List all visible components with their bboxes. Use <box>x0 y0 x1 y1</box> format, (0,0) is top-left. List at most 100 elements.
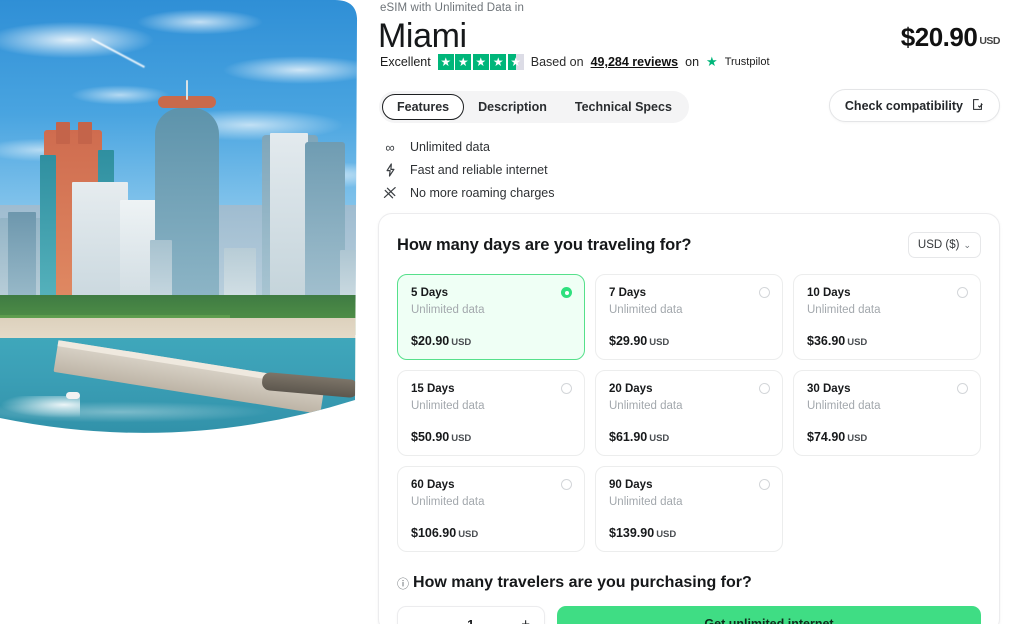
trustpilot-label: Trustpilot <box>724 56 770 68</box>
star-glyph: ★ <box>510 55 522 69</box>
plan-option-20-days[interactable]: 20 Days Unlimited data $61.90 USD <box>595 370 783 456</box>
radio-selected-icon[interactable] <box>561 287 572 298</box>
plan-days: 10 Days <box>807 287 851 299</box>
building-orange-tower-top <box>56 122 70 144</box>
check-compatibility-button[interactable]: Check compatibility <box>828 89 1000 122</box>
page-title: Miami <box>378 17 467 55</box>
radio-icon[interactable] <box>759 479 770 490</box>
plan-price-amount: $139.90 <box>609 526 655 540</box>
plan-options-grid: 5 Days Unlimited data $20.90 USD 7 Days U… <box>397 274 981 552</box>
plan-days: 30 Days <box>807 383 851 395</box>
get-unlimited-internet-button[interactable]: Get unlimited internet <box>557 606 981 624</box>
travelers-question-row: ⓘ How many travelers are you purchasing … <box>397 574 981 592</box>
hero-image <box>0 0 358 440</box>
plan-price-amount: $20.90 <box>411 334 450 348</box>
building <box>8 212 36 306</box>
infinity-icon: ∞ <box>385 139 395 155</box>
plan-price-unit: USD <box>656 529 677 540</box>
tab-technical-specs[interactable]: Technical Specs <box>561 94 686 120</box>
plan-price-unit: USD <box>649 337 670 348</box>
plan-subtitle: Unlimited data <box>609 304 683 316</box>
plan-days: 5 Days <box>411 287 449 299</box>
rating-word: Excellent <box>380 55 431 69</box>
building-teal-slab <box>40 155 56 306</box>
chevron-down-icon: ⌄ <box>963 239 971 250</box>
travelers-question: How many travelers are you purchasing fo… <box>413 574 752 591</box>
plan-option-10-days[interactable]: 10 Days Unlimited data $36.90 USD <box>793 274 981 360</box>
plan-grid-empty-cell <box>793 466 981 552</box>
plan-option-60-days[interactable]: 60 Days Unlimited data $106.90 USD <box>397 466 585 552</box>
plan-days: 15 Days <box>411 383 455 395</box>
info-icon[interactable]: ⓘ <box>397 575 409 592</box>
currency-selector[interactable]: USD ($) ⌄ <box>907 232 981 258</box>
plan-price-unit: USD <box>451 337 472 348</box>
plan-price: $50.90 USD <box>411 430 471 444</box>
plan-option-5-days[interactable]: 5 Days Unlimited data $20.90 USD <box>397 274 585 360</box>
feature-label: Unlimited data <box>410 140 490 154</box>
plan-option-30-days[interactable]: 30 Days Unlimited data $74.90 USD <box>793 370 981 456</box>
building-right-tower-b <box>270 133 308 306</box>
plan-days: 20 Days <box>609 383 653 395</box>
rating-stars: ★ ★ ★ ★ ★ <box>437 54 524 70</box>
plan-price: $29.90 USD <box>609 334 669 348</box>
plan-subtitle: Unlimited data <box>807 304 881 316</box>
decrement-button[interactable]: – <box>412 617 420 624</box>
plan-subtitle: Unlimited data <box>411 304 485 316</box>
plan-option-90-days[interactable]: 90 Days Unlimited data $139.90 USD <box>595 466 783 552</box>
plan-price: $61.90 USD <box>609 430 669 444</box>
plan-price-amount: $106.90 <box>411 526 457 540</box>
product-price: $20.90 USD <box>900 22 1001 53</box>
feature-item: Fast and reliable internet <box>382 159 555 181</box>
hero-image-clip <box>0 0 358 440</box>
quantity-value: 1 <box>467 616 475 624</box>
check-compatibility-label: Check compatibility <box>844 98 963 113</box>
page-root: eSIM with Unlimited Data in Miami Excell… <box>0 0 1024 624</box>
check-document-icon <box>971 98 984 114</box>
building-orange-tower-top <box>78 122 92 144</box>
plan-price-unit: USD <box>847 433 868 444</box>
feature-label: No more roaming charges <box>410 186 555 200</box>
price-currency: USD <box>979 35 1000 47</box>
radio-icon[interactable] <box>759 287 770 298</box>
price-amount: $20.90 <box>900 22 978 52</box>
plan-price: $20.90 USD <box>411 334 471 348</box>
plan-price-amount: $74.90 <box>807 430 846 444</box>
trustpilot-rating: Excellent ★ ★ ★ ★ ★ Based on 49,284 revi… <box>380 54 770 70</box>
reviews-count-link[interactable]: 49,284 reviews <box>591 55 679 69</box>
plan-price-unit: USD <box>847 337 868 348</box>
rating-on-label: on <box>685 55 700 69</box>
radio-icon[interactable] <box>561 383 572 394</box>
increment-button[interactable]: + <box>521 617 530 624</box>
radio-icon[interactable] <box>561 479 572 490</box>
plan-option-7-days[interactable]: 7 Days Unlimited data $29.90 USD <box>595 274 783 360</box>
radio-icon[interactable] <box>759 383 770 394</box>
radio-icon[interactable] <box>957 287 968 298</box>
plan-price-amount: $36.90 <box>807 334 846 348</box>
wave-foam <box>0 398 358 426</box>
plan-subtitle: Unlimited data <box>807 400 881 412</box>
trustpilot-star-icon: ★ <box>706 54 718 69</box>
radio-icon[interactable] <box>957 383 968 394</box>
star-glyph: ★ <box>457 55 469 69</box>
feature-list: ∞ Unlimited data Fast and reliable inter… <box>382 136 555 205</box>
tab-description[interactable]: Description <box>464 94 561 120</box>
purchase-row: – 1 + Get unlimited internet <box>397 606 981 624</box>
plan-price-amount: $61.90 <box>609 430 648 444</box>
star-half-icon: ★ <box>507 54 524 70</box>
building-main-tower-mast <box>186 80 188 100</box>
tab-features[interactable]: Features <box>382 94 465 120</box>
plan-price: $139.90 USD <box>609 526 676 540</box>
lightning-bolt-icon <box>382 163 398 177</box>
feature-item: ∞ Unlimited data <box>382 136 555 158</box>
plan-price-unit: USD <box>451 433 472 444</box>
star-glyph: ★ <box>440 55 452 69</box>
plan-card-header: How many days are you traveling for? USD… <box>397 232 981 258</box>
star-glyph: ★ <box>475 55 487 69</box>
star-icon: ★ <box>455 54 472 70</box>
feature-label: Fast and reliable internet <box>410 163 548 177</box>
plan-option-15-days[interactable]: 15 Days Unlimited data $50.90 USD <box>397 370 585 456</box>
plan-price-unit: USD <box>649 433 670 444</box>
days-question: How many days are you traveling for? <box>397 235 692 254</box>
plan-price-amount: $50.90 <box>411 430 450 444</box>
plan-subtitle: Unlimited data <box>609 496 683 508</box>
